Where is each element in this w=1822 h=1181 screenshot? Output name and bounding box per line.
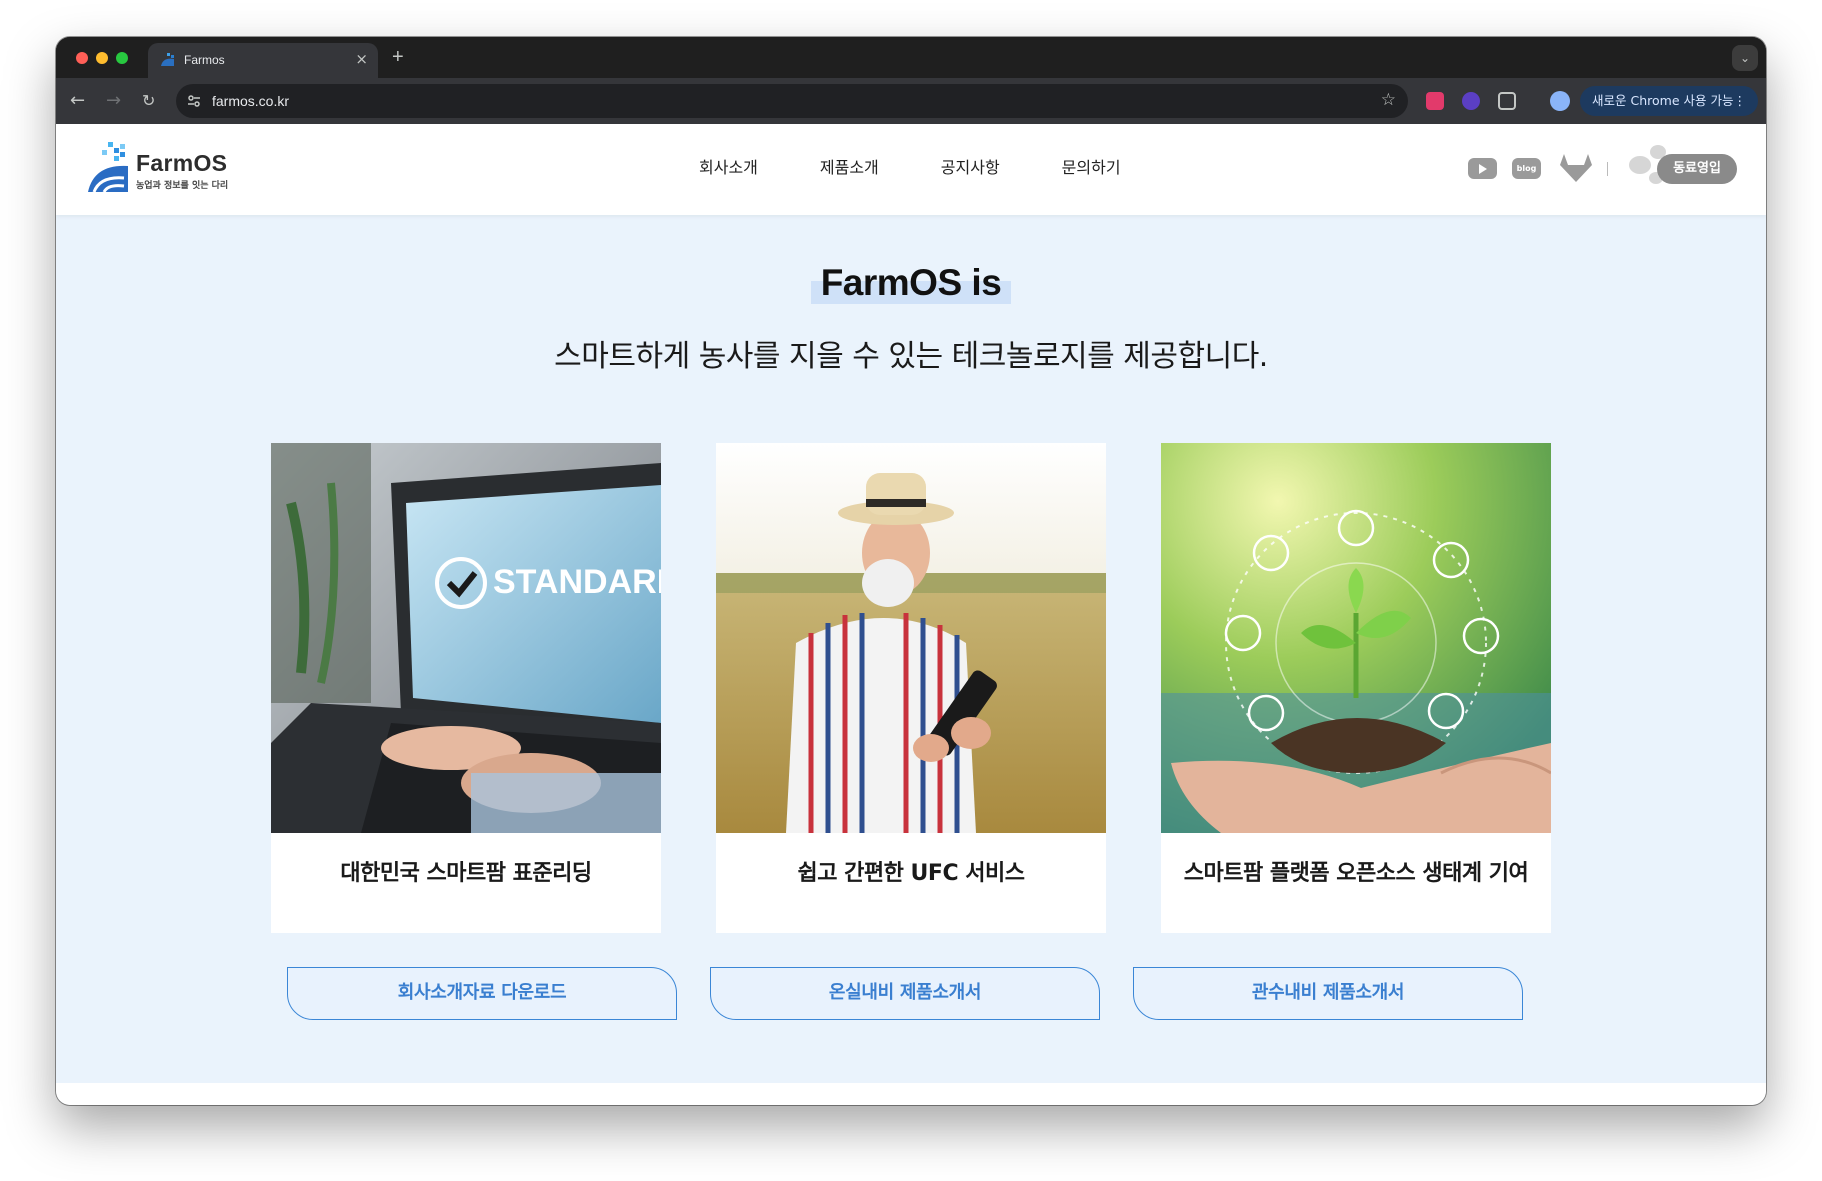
youtube-icon[interactable] bbox=[1468, 158, 1497, 179]
nav-item-products[interactable]: 제품소개 bbox=[820, 154, 879, 178]
header-divider bbox=[1607, 162, 1608, 176]
feature-card-ufc: 쉽고 간편한 UFC 서비스 bbox=[716, 443, 1106, 933]
new-tab-button[interactable]: + bbox=[392, 46, 404, 69]
url-text: farmos.co.kr bbox=[212, 93, 290, 109]
blog-icon[interactable]: blog bbox=[1512, 158, 1541, 179]
site-header: FarmOS 농업과 정보를 잇는 다리 회사소개 제품소개 공지사항 문의하기… bbox=[56, 124, 1766, 215]
translate-extension-icon[interactable] bbox=[1426, 92, 1444, 110]
web-page: FarmOS 농업과 정보를 잇는 다리 회사소개 제품소개 공지사항 문의하기… bbox=[56, 124, 1766, 1105]
chrome-update-button[interactable]: 새로운 Chrome 사용 가능 ⋮ bbox=[1580, 86, 1758, 116]
recruit-button[interactable]: 동료영입 bbox=[1657, 154, 1737, 184]
hero-title-text: FarmOS is bbox=[810, 262, 1012, 304]
nav-item-notice[interactable]: 공지사항 bbox=[941, 154, 1000, 178]
next-section-edge bbox=[56, 1083, 1766, 1105]
feature-card-opensource: 스마트팜 플랫폼 오픈소스 생태계 기여 bbox=[1161, 443, 1551, 933]
hero-title: FarmOS is bbox=[56, 262, 1766, 304]
extensions-puzzle-icon[interactable] bbox=[1498, 92, 1516, 110]
laptop-standard-photo: STANDARD bbox=[271, 443, 661, 833]
chrome-update-label: 새로운 Chrome 사용 가능 bbox=[1592, 93, 1734, 108]
farmos-logo-icon bbox=[88, 142, 128, 193]
farmos-favicon-icon bbox=[161, 53, 174, 66]
address-bar[interactable]: farmos.co.kr ☆ bbox=[176, 84, 1408, 118]
tab-close-icon[interactable]: × bbox=[355, 50, 368, 68]
back-arrow-icon[interactable]: ← bbox=[70, 90, 85, 111]
irrigation-navi-brochure-button[interactable]: 관수내비 제품소개서 bbox=[1133, 967, 1523, 1020]
blog-icon-label: blog bbox=[1516, 164, 1537, 173]
logo-tagline: 농업과 정보를 잇는 다리 bbox=[136, 181, 229, 191]
maximize-window-button[interactable] bbox=[116, 52, 128, 64]
nav-item-contact[interactable]: 문의하기 bbox=[1062, 154, 1121, 178]
standard-screen-text: STANDARD bbox=[493, 563, 661, 601]
more-menu-icon[interactable]: ⋮ bbox=[1734, 86, 1747, 116]
tab-title: Farmos bbox=[184, 53, 225, 67]
browser-tab[interactable]: Farmos × bbox=[148, 43, 378, 78]
nav-item-company[interactable]: 회사소개 bbox=[699, 154, 758, 178]
card-caption: 쉽고 간편한 UFC 서비스 bbox=[797, 861, 1025, 886]
hero-subtitle: 스마트하게 농사를 지을 수 있는 테크놀로지를 제공합니다. bbox=[554, 339, 1268, 374]
logo-wordmark: FarmOS bbox=[136, 150, 228, 176]
browser-window: Farmos × + ⌄ ← → ↻ farmos.co.kr ☆ 새로운 Ch… bbox=[56, 37, 1766, 1105]
gitlab-icon[interactable] bbox=[1558, 153, 1594, 183]
seedling-hand-photo bbox=[1161, 443, 1551, 833]
tab-search-button[interactable]: ⌄ bbox=[1732, 45, 1758, 71]
profile-avatar-icon[interactable] bbox=[1550, 91, 1570, 111]
main-nav: 회사소개 제품소개 공지사항 문의하기 bbox=[699, 154, 1183, 178]
site-settings-icon[interactable] bbox=[186, 93, 202, 109]
greenhouse-navi-brochure-button[interactable]: 온실내비 제품소개서 bbox=[710, 967, 1100, 1020]
extension-badge-icon[interactable] bbox=[1462, 92, 1480, 110]
company-brochure-download-button[interactable]: 회사소개자료 다운로드 bbox=[287, 967, 677, 1020]
reload-icon[interactable]: ↻ bbox=[142, 91, 155, 110]
minimize-window-button[interactable] bbox=[96, 52, 108, 64]
card-caption: 대한민국 스마트팜 표준리딩 bbox=[340, 861, 592, 886]
site-logo[interactable]: FarmOS 농업과 정보를 잇는 다리 bbox=[86, 140, 236, 198]
bookmark-star-icon[interactable]: ☆ bbox=[1381, 90, 1396, 110]
browser-toolbar: ← → ↻ farmos.co.kr ☆ 새로운 Chrome 사용 가능 ⋮ bbox=[56, 78, 1766, 124]
close-window-button[interactable] bbox=[76, 52, 88, 64]
feature-card-standard: STANDARD 대한민국 스마트팜 표준리딩 bbox=[271, 443, 661, 933]
farmer-tablet-photo bbox=[716, 443, 1106, 833]
tab-strip: Farmos × + ⌄ bbox=[56, 37, 1766, 78]
card-caption: 스마트팜 플랫폼 오픈소스 생태계 기여 bbox=[1183, 861, 1529, 886]
forward-arrow-icon[interactable]: → bbox=[106, 90, 121, 111]
